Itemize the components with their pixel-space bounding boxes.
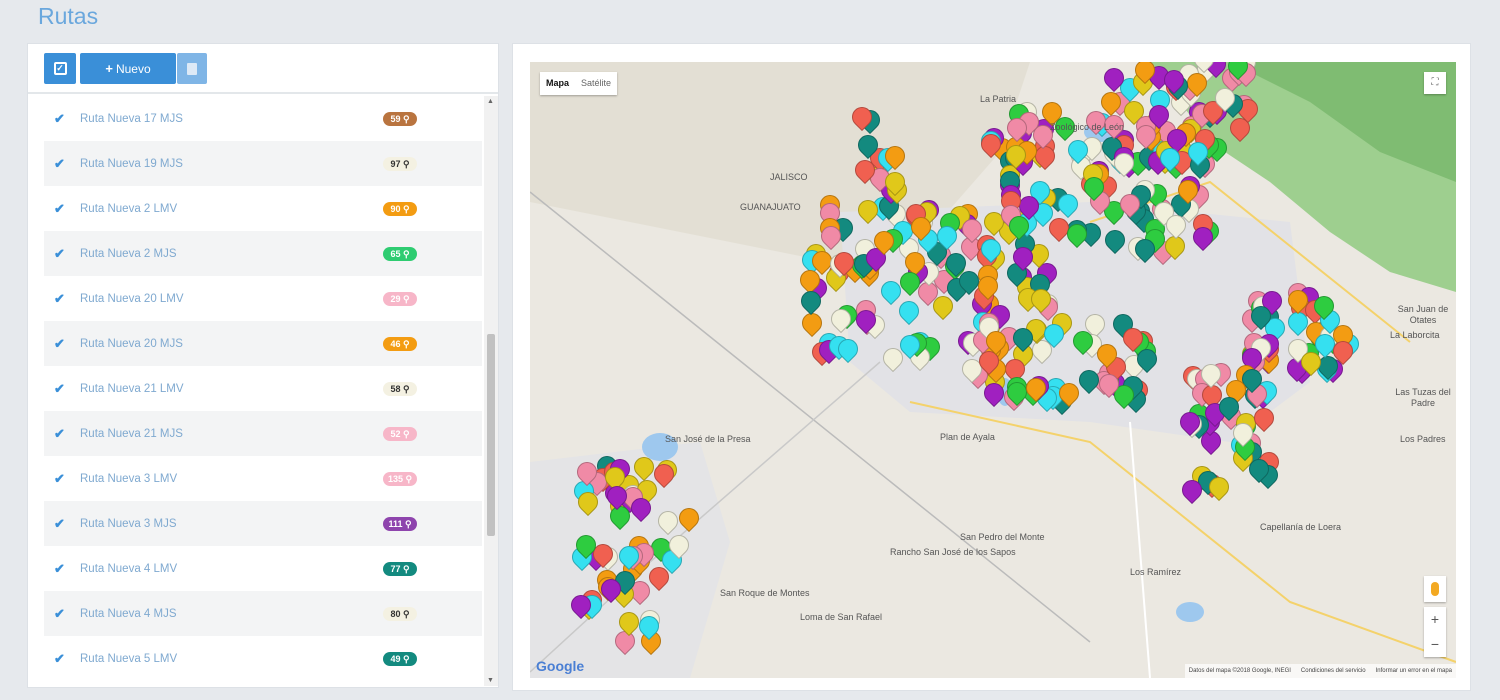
page-title: Rutas [38,3,99,29]
map-data-text: Datos del mapa ©2018 Google, INEGI [1188,668,1291,674]
map-place-label: Los Padres [1400,434,1446,444]
route-row[interactable]: ✔ Ruta Nueva 20 LMV 29 ⚲ [44,276,482,321]
route-row[interactable]: ✔ Ruta Nueva 19 MJS 97 ⚲ [44,141,482,186]
select-all-button[interactable]: ✓ [44,53,76,84]
route-label: Ruta Nueva 4 MJS [80,607,177,620]
route-row[interactable]: ✔ Ruta Nueva 2 MJS 65 ⚲ [44,231,482,276]
route-label: Ruta Nueva 3 LMV [80,472,178,485]
route-count-badge: 49 ⚲ [383,651,417,666]
zoom-control: + − [1424,607,1446,657]
route-count-badge: 59 ⚲ [383,111,417,126]
route-checkbox[interactable]: ✔ [54,156,65,172]
map-view[interactable]: La Patria Zoológico de León San José de la… [530,62,1456,678]
route-label: Ruta Nueva 21 MJS [80,427,183,440]
map-attribution: Datos del mapa ©2018 Google, INEGI Condi… [1184,664,1456,678]
new-route-button[interactable]: + Nuevo [80,53,176,84]
map-place-label: La Laborcita [1390,330,1440,340]
route-checkbox[interactable]: ✔ [54,381,65,397]
route-checkbox[interactable]: ✔ [54,246,65,262]
route-label: Ruta Nueva 17 MJS [80,112,183,125]
route-label: Ruta Nueva 19 MJS [80,157,183,170]
route-count-badge: 111 ⚲ [383,516,417,531]
map-place-label: San Pedro del Monte [960,532,1045,542]
route-count-badge: 90 ⚲ [383,201,417,216]
delete-button[interactable] [177,53,207,84]
route-checkbox[interactable]: ✔ [54,516,65,532]
map-place-label: GUANAJUATO [740,202,801,212]
map-place-label: San José de la Presa [665,434,751,444]
map-type-satellite-button[interactable]: Satélite [575,72,617,95]
map-place-label: Plan de Ayala [940,432,995,442]
route-count-badge: 135 ⚲ [383,471,417,486]
new-route-label: Nuevo [115,61,151,76]
routes-scrollbar[interactable]: ▲ ▼ [484,96,498,686]
map-place-label: Loma de San Rafael [800,612,883,622]
route-label: Ruta Nueva 2 LMV [80,202,178,215]
route-row[interactable]: ✔ Ruta Nueva 4 MJS 80 ⚲ [44,591,482,636]
route-row[interactable]: ✔ Ruta Nueva 21 LMV 58 ⚲ [44,366,482,411]
map-place-label: Las Tuzas del Padre [1395,387,1451,408]
route-row[interactable]: ✔ Ruta Nueva 20 MJS 46 ⚲ [44,321,482,366]
checkbox-icon: ✓ [53,62,67,75]
route-checkbox[interactable]: ✔ [54,291,65,307]
route-row[interactable]: ✔ Ruta Nueva 21 MJS 52 ⚲ [44,411,482,456]
route-count-badge: 58 ⚲ [383,381,417,396]
zoom-out-button[interactable]: − [1424,632,1446,657]
scroll-down-icon[interactable]: ▼ [487,677,494,684]
terms-link[interactable]: Condiciones del servicio [1301,664,1366,678]
route-label: Ruta Nueva 4 LMV [80,562,178,575]
route-row[interactable]: ✔ Ruta Nueva 5 LMV 49 ⚲ [44,636,482,681]
route-count-badge: 29 ⚲ [383,291,417,306]
fullscreen-icon[interactable]: ⛶ [1424,72,1446,94]
route-label: Ruta Nueva 21 LMV [80,382,184,395]
route-count-badge: 65 ⚲ [383,246,417,261]
route-checkbox[interactable]: ✔ [54,651,65,667]
route-label: Ruta Nueva 2 MJS [80,247,177,260]
route-count-badge: 52 ⚲ [383,426,417,441]
route-checkbox[interactable]: ✔ [54,471,65,487]
route-row[interactable]: ✔ Ruta Nueva 3 LMV 135 ⚲ [44,456,482,501]
map-place-label: Zoológico de León [1050,122,1125,132]
scrollbar-thumb[interactable] [487,334,495,536]
zoom-in-button[interactable]: + [1424,607,1446,632]
route-count-badge: 80 ⚲ [383,606,417,621]
route-checkbox[interactable]: ✔ [54,201,65,217]
map-place-label: San Juan de Otates [1397,304,1449,325]
scroll-up-icon[interactable]: ▲ [487,98,494,105]
route-count-badge: 77 ⚲ [383,561,417,576]
route-checkbox[interactable]: ✔ [54,561,65,577]
map-place-label: Rancho San José de los Sapos [890,547,1016,557]
route-checkbox[interactable]: ✔ [54,336,65,352]
route-count-badge: 46 ⚲ [383,336,417,351]
routes-panel: ✓ + Nuevo ✔ Ruta Nueva 17 MJS 59 ⚲ ✔ Ruta Nu… [27,43,499,688]
route-checkbox[interactable]: ✔ [54,426,65,442]
route-label: Ruta Nueva 5 LMV [80,652,178,665]
route-checkbox[interactable]: ✔ [54,606,65,622]
route-count-badge: 97 ⚲ [383,156,417,171]
route-row[interactable]: ✔ Ruta Nueva 4 LMV 77 ⚲ [44,546,482,591]
map-place-label: JALISCO [770,172,808,182]
route-label: Ruta Nueva 20 MJS [80,337,183,350]
google-logo: Google [536,658,585,674]
map-place-label: La Patria [980,94,1017,104]
routes-list: ✔ Ruta Nueva 17 MJS 59 ⚲ ✔ Ruta Nueva 19 MJS… [28,96,498,686]
report-error-link[interactable]: Informar un error en el mapa [1376,664,1452,678]
route-row[interactable]: ✔ Ruta Nueva 3 MJS 111 ⚲ [44,501,482,546]
map-place-label: Los Ramírez [1130,567,1182,577]
route-row[interactable]: ✔ Ruta Nueva 2 LMV 90 ⚲ [44,186,482,231]
route-label: Ruta Nueva 3 MJS [80,517,177,530]
map-place-label: Capellanía de Loera [1260,522,1342,532]
plus-icon: + [105,61,113,76]
map-place-label: San Roque de Montes [720,588,810,598]
route-checkbox[interactable]: ✔ [54,111,65,127]
map-panel: La Patria Zoológico de León San José de la… [512,43,1471,691]
map-type-map-button[interactable]: Mapa [540,72,575,95]
map-type-control: Mapa Satélite [540,72,618,95]
routes-toolbar: ✓ + Nuevo [28,44,498,94]
route-row[interactable]: ✔ Ruta Nueva 17 MJS 59 ⚲ [44,96,482,141]
trash-icon [187,62,197,75]
pegman-icon[interactable] [1424,576,1446,602]
route-label: Ruta Nueva 20 LMV [80,292,184,305]
